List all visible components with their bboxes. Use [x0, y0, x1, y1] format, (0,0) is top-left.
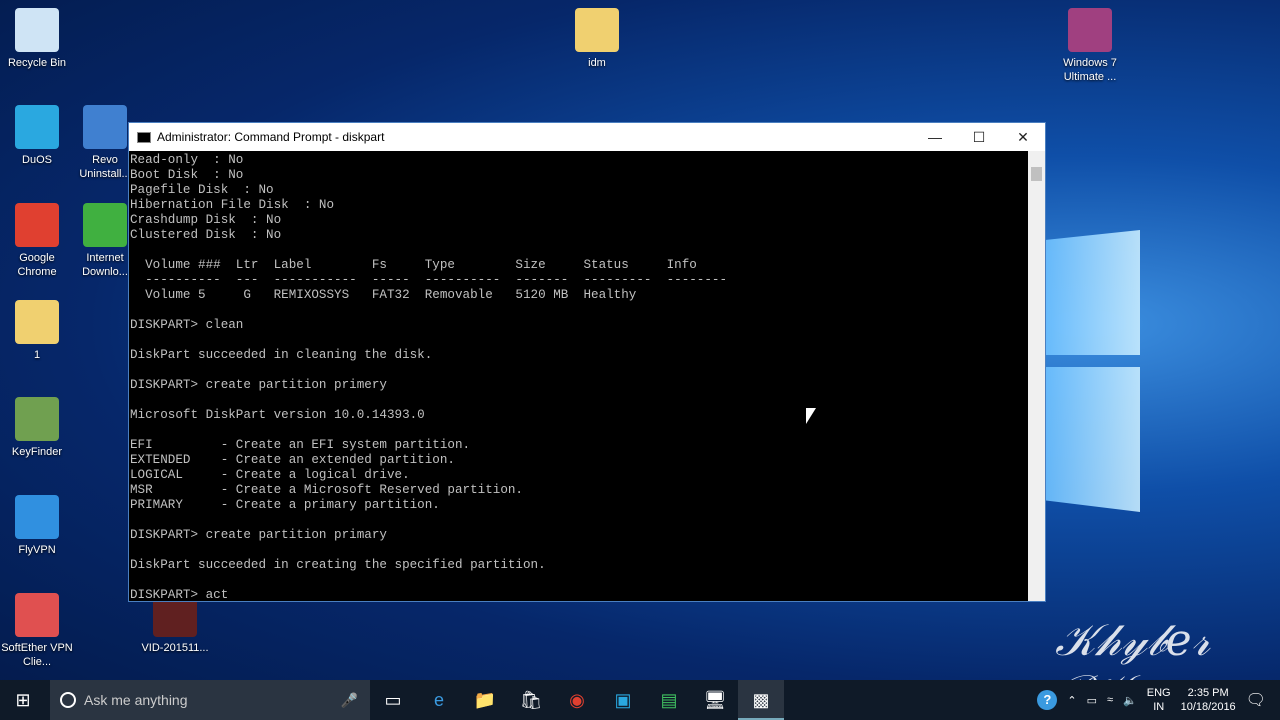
time: 2:35 PM	[1187, 687, 1229, 699]
title-bar[interactable]: Administrator: Command Prompt - diskpart…	[129, 123, 1045, 151]
battery-icon[interactable]: ▭	[1087, 694, 1097, 707]
desktop-icon-label: Windows 7 Ultimate ...	[1063, 57, 1117, 83]
app-icon	[15, 300, 59, 344]
chevron-up-icon[interactable]: ⌃	[1067, 694, 1076, 707]
desktop-icon-label: 1	[33, 349, 41, 361]
desktop-icon[interactable]: FlyVPN	[0, 495, 74, 557]
desktop-icon-label: Google Chrome	[17, 252, 57, 278]
desktop-icon-label: DuOS	[22, 154, 52, 166]
duos-icon[interactable]: ▣	[600, 690, 646, 711]
app-icon	[15, 397, 59, 441]
close-button[interactable]: ✕	[1001, 129, 1045, 146]
start-button[interactable]: ⊞	[0, 690, 46, 711]
maximize-button[interactable]: ☐	[957, 129, 1001, 146]
desktop-icon-label: VID-201511...	[141, 642, 209, 654]
desktop-icon[interactable]: VID-201511...	[138, 593, 212, 655]
desktop-icon-label: FlyVPN	[18, 544, 56, 556]
desktop-icon[interactable]: idm	[560, 8, 634, 70]
desktop-icon[interactable]: SoftEther VPN Clie...	[0, 593, 74, 669]
lang: ENG	[1146, 687, 1171, 699]
app-icon[interactable]: ▤	[646, 690, 692, 711]
notifications-icon[interactable]: 🗨	[1246, 690, 1266, 710]
file-explorer-icon[interactable]: 📁	[462, 690, 508, 711]
task-view-icon[interactable]: ▭	[370, 690, 416, 711]
region: IN	[1153, 701, 1165, 713]
desktop-icon[interactable]: Google Chrome	[0, 203, 74, 279]
desktop-icon-label: idm	[588, 57, 606, 69]
windows-logo-wallpaper	[1045, 215, 1140, 515]
desktop-icon-label: Recycle Bin	[7, 57, 67, 69]
desktop-icon[interactable]: DuOS	[0, 105, 74, 167]
cmd-icon	[137, 131, 151, 143]
edge-icon[interactable]: e	[416, 690, 462, 711]
date: 10/18/2016	[1180, 701, 1236, 713]
app-icon	[15, 105, 59, 149]
system-tray: ? ⌃ ▭ ≈ 🔈 ENG IN 2:35 PM 10/18/2016 🗨	[1037, 686, 1280, 714]
search-box[interactable]: Ask me anything 🎤	[50, 680, 370, 720]
app-icon	[83, 203, 127, 247]
wifi-icon[interactable]: ≈	[1107, 694, 1113, 706]
app-icon	[15, 8, 59, 52]
language-indicator[interactable]: ENG IN	[1147, 686, 1171, 714]
volume-icon[interactable]: 🔈	[1123, 694, 1137, 707]
app-icon	[1068, 8, 1112, 52]
search-placeholder: Ask me anything	[84, 692, 188, 708]
app-icon	[15, 593, 59, 637]
app-icon	[15, 495, 59, 539]
desktop-icon[interactable]: 1	[0, 300, 74, 362]
app-icon	[83, 105, 127, 149]
help-icon[interactable]: ?	[1037, 690, 1058, 710]
desktop-icon-label: SoftEther VPN Clie...	[1, 642, 73, 668]
command-prompt-window[interactable]: Administrator: Command Prompt - diskpart…	[128, 122, 1046, 602]
desktop-icon[interactable]: KeyFinder	[0, 397, 74, 459]
app-icon	[15, 203, 59, 247]
desktop-icon[interactable]: Windows 7 Ultimate ...	[1053, 8, 1127, 84]
store-icon[interactable]: 🛍	[508, 690, 554, 711]
taskbar: ⊞ Ask me anything 🎤 ▭ e 📁 🛍 ◉ ▣ ▤ 🖥 ▩ ? …	[0, 680, 1280, 720]
window-title: Administrator: Command Prompt - diskpart	[157, 130, 385, 144]
console-output[interactable]: Read-only : No Boot Disk : No Pagefile D…	[129, 151, 1045, 601]
microphone-icon[interactable]: 🎤	[341, 692, 358, 709]
scrollbar[interactable]	[1028, 151, 1045, 601]
chrome-icon[interactable]: ◉	[554, 690, 600, 711]
scrollbar-thumb[interactable]	[1031, 167, 1042, 181]
app-icon	[575, 8, 619, 52]
cortana-icon	[60, 692, 76, 708]
desktop-icon[interactable]: Recycle Bin	[0, 8, 74, 70]
mouse-cursor	[806, 408, 816, 424]
minimize-button[interactable]: —	[913, 129, 957, 145]
network-app-icon[interactable]: 🖥	[692, 690, 738, 711]
desktop-icon-label: KeyFinder	[11, 446, 63, 458]
cmd-taskbar-icon[interactable]: ▩	[738, 680, 784, 720]
clock[interactable]: 2:35 PM 10/18/2016	[1181, 686, 1236, 714]
